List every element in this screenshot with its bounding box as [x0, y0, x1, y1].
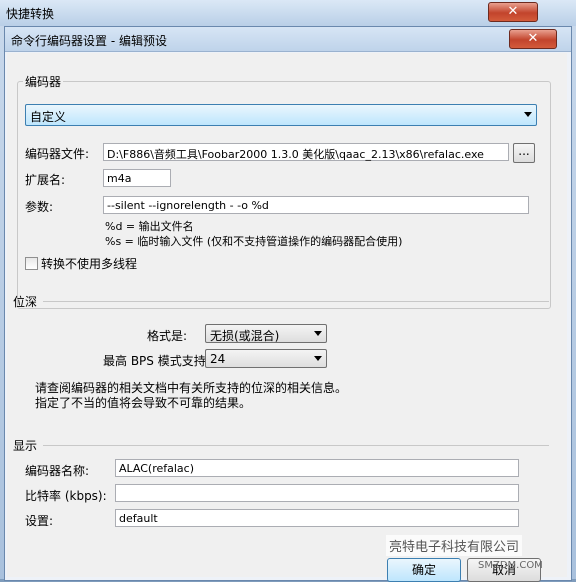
dialog-titlebar: 命令行编码器设置 - 编辑预设 ✕	[5, 27, 571, 52]
encoder-preset-value: 自定义	[30, 110, 67, 124]
bit-depth-info-2: 指定了不当的值将会导致不可靠的结果。	[35, 396, 252, 410]
encoder-name-label: 编码器名称:	[25, 464, 90, 478]
browse-button[interactable]: ...	[513, 143, 535, 163]
parameters-input[interactable]: --silent --ignorelength - -o %d	[103, 196, 529, 214]
dialog-body: 编码器 自定义 编码器文件: D:\F886\音频工具\Foobar2000 1…	[7, 53, 567, 582]
extension-input[interactable]: m4a	[103, 169, 171, 187]
extension-label: 扩展名:	[25, 173, 66, 187]
background-close-button[interactable]: ✕	[488, 2, 538, 22]
encoder-file-value: D:\F886\音频工具\Foobar2000 1.3.0 美化版\qaac_2…	[107, 148, 484, 161]
settings-value: default	[119, 512, 158, 525]
dialog-title: 命令行编码器设置 - 编辑预设	[11, 34, 167, 48]
format-select[interactable]: 无损(或混合)	[205, 324, 327, 343]
settings-input[interactable]: default	[115, 509, 519, 527]
no-multithread-checkbox[interactable]	[25, 257, 38, 270]
format-value: 无损(或混合)	[210, 329, 280, 343]
encoder-preset-select[interactable]: 自定义	[25, 104, 537, 126]
max-bps-value: 24	[210, 352, 226, 366]
parameters-value: --silent --ignorelength - -o %d	[107, 199, 269, 212]
format-label: 格式是:	[147, 329, 188, 343]
max-bps-select[interactable]: 24	[205, 349, 327, 368]
no-multithread-label[interactable]: 转换不使用多线程	[41, 255, 137, 272]
settings-label: 设置:	[25, 514, 54, 528]
encoder-name-input[interactable]: ALAC(refalac)	[115, 459, 519, 477]
max-bps-label: 最高 BPS 模式支持:	[103, 354, 210, 368]
dialog-close-button[interactable]: ✕	[509, 29, 557, 49]
edit-preset-dialog: 命令行编码器设置 - 编辑预设 ✕ 编码器 自定义 编码器文件: D:\F886…	[4, 26, 572, 582]
param-help-output: %d = 输出文件名	[105, 220, 194, 233]
param-help-input: %s = 临时输入文件 (仅和不支持管道操作的编码器配合使用)	[105, 235, 403, 248]
watermark-site: SMZDM.COM	[478, 560, 543, 571]
extension-value: m4a	[107, 172, 132, 185]
ok-button[interactable]: 确定	[387, 558, 461, 582]
background-window-title: 快捷转换	[6, 7, 55, 21]
encoder-group-label: 编码器	[23, 73, 64, 90]
bitrate-label: 比特率 (kbps):	[25, 489, 107, 503]
background-titlebar: 快捷转换 ✕	[0, 0, 576, 26]
display-section-label: 显示	[13, 439, 38, 453]
chevron-down-icon	[524, 112, 532, 117]
encoder-name-value: ALAC(refalac)	[119, 462, 195, 475]
bit-depth-section-label: 位深	[13, 295, 38, 309]
watermark-text: 亮特电子科技有限公司	[386, 535, 523, 556]
bitrate-input[interactable]	[115, 484, 519, 502]
encoder-file-label: 编码器文件:	[25, 147, 90, 161]
display-divider	[43, 445, 549, 446]
chevron-down-icon	[314, 356, 322, 361]
bit-depth-divider	[43, 301, 549, 302]
encoder-file-input[interactable]: D:\F886\音频工具\Foobar2000 1.3.0 美化版\qaac_2…	[103, 143, 509, 161]
parameters-label: 参数:	[25, 200, 54, 214]
chevron-down-icon	[314, 331, 322, 336]
